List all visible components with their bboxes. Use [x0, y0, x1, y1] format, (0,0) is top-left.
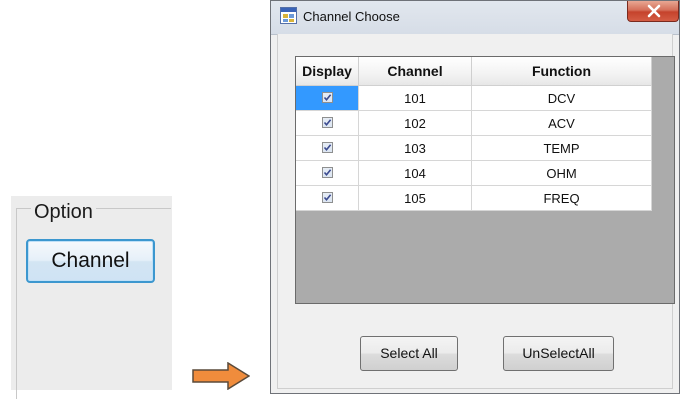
grid-rows: 101 DCV 102 ACV 103 TEMP 104 OHM 105 FRE… — [296, 86, 652, 211]
close-button[interactable] — [627, 1, 679, 22]
function-cell[interactable]: DCV — [472, 86, 652, 111]
checkmark-icon — [323, 119, 331, 127]
display-cell[interactable] — [296, 161, 359, 186]
channel-cell[interactable]: 105 — [359, 186, 472, 211]
function-cell[interactable]: ACV — [472, 111, 652, 136]
column-header-display[interactable]: Display — [296, 57, 359, 86]
window-title: Channel Choose — [303, 9, 400, 24]
column-header-function[interactable]: Function — [472, 57, 652, 86]
close-icon — [647, 4, 661, 18]
channel-cell[interactable]: 102 — [359, 111, 472, 136]
select-all-button[interactable]: Select All — [360, 336, 458, 371]
channel-cell[interactable]: 101 — [359, 86, 472, 111]
checkmark-icon — [323, 169, 331, 177]
display-checkbox[interactable] — [321, 117, 333, 128]
display-checkbox[interactable] — [321, 92, 333, 103]
display-cell[interactable] — [296, 186, 359, 211]
table-row[interactable]: 104 OHM — [296, 161, 652, 186]
app-icon — [280, 7, 297, 24]
function-cell[interactable]: FREQ — [472, 186, 652, 211]
display-cell[interactable] — [296, 86, 359, 111]
display-checkbox[interactable] — [321, 192, 333, 203]
channel-button[interactable]: Channel — [26, 239, 155, 283]
display-checkbox[interactable] — [321, 142, 333, 153]
checkmark-icon — [323, 194, 331, 202]
title-bar[interactable]: Channel Choose — [271, 1, 679, 35]
option-group-box — [16, 208, 171, 399]
display-cell[interactable] — [296, 111, 359, 136]
display-checkbox[interactable] — [321, 167, 333, 178]
channel-cell[interactable]: 104 — [359, 161, 472, 186]
option-group-legend: Option — [31, 200, 96, 224]
column-header-channel[interactable]: Channel — [359, 57, 472, 86]
table-row[interactable]: 103 TEMP — [296, 136, 652, 161]
checkmark-icon — [323, 94, 331, 102]
table-row[interactable]: 105 FREQ — [296, 186, 652, 211]
table-row[interactable]: 101 DCV — [296, 86, 652, 111]
grid-header: Display Channel Function — [296, 57, 652, 86]
table-row[interactable]: 102 ACV — [296, 111, 652, 136]
display-cell[interactable] — [296, 136, 359, 161]
channel-grid[interactable]: Display Channel Function 101 DCV 102 ACV — [295, 56, 675, 304]
channel-choose-dialog: Channel Choose Display Channel Function … — [270, 0, 680, 394]
function-cell[interactable]: TEMP — [472, 136, 652, 161]
checkmark-icon — [323, 144, 331, 152]
right-arrow-icon — [192, 362, 250, 390]
unselect-all-button[interactable]: UnSelectAll — [503, 336, 614, 371]
channel-cell[interactable]: 103 — [359, 136, 472, 161]
function-cell[interactable]: OHM — [472, 161, 652, 186]
